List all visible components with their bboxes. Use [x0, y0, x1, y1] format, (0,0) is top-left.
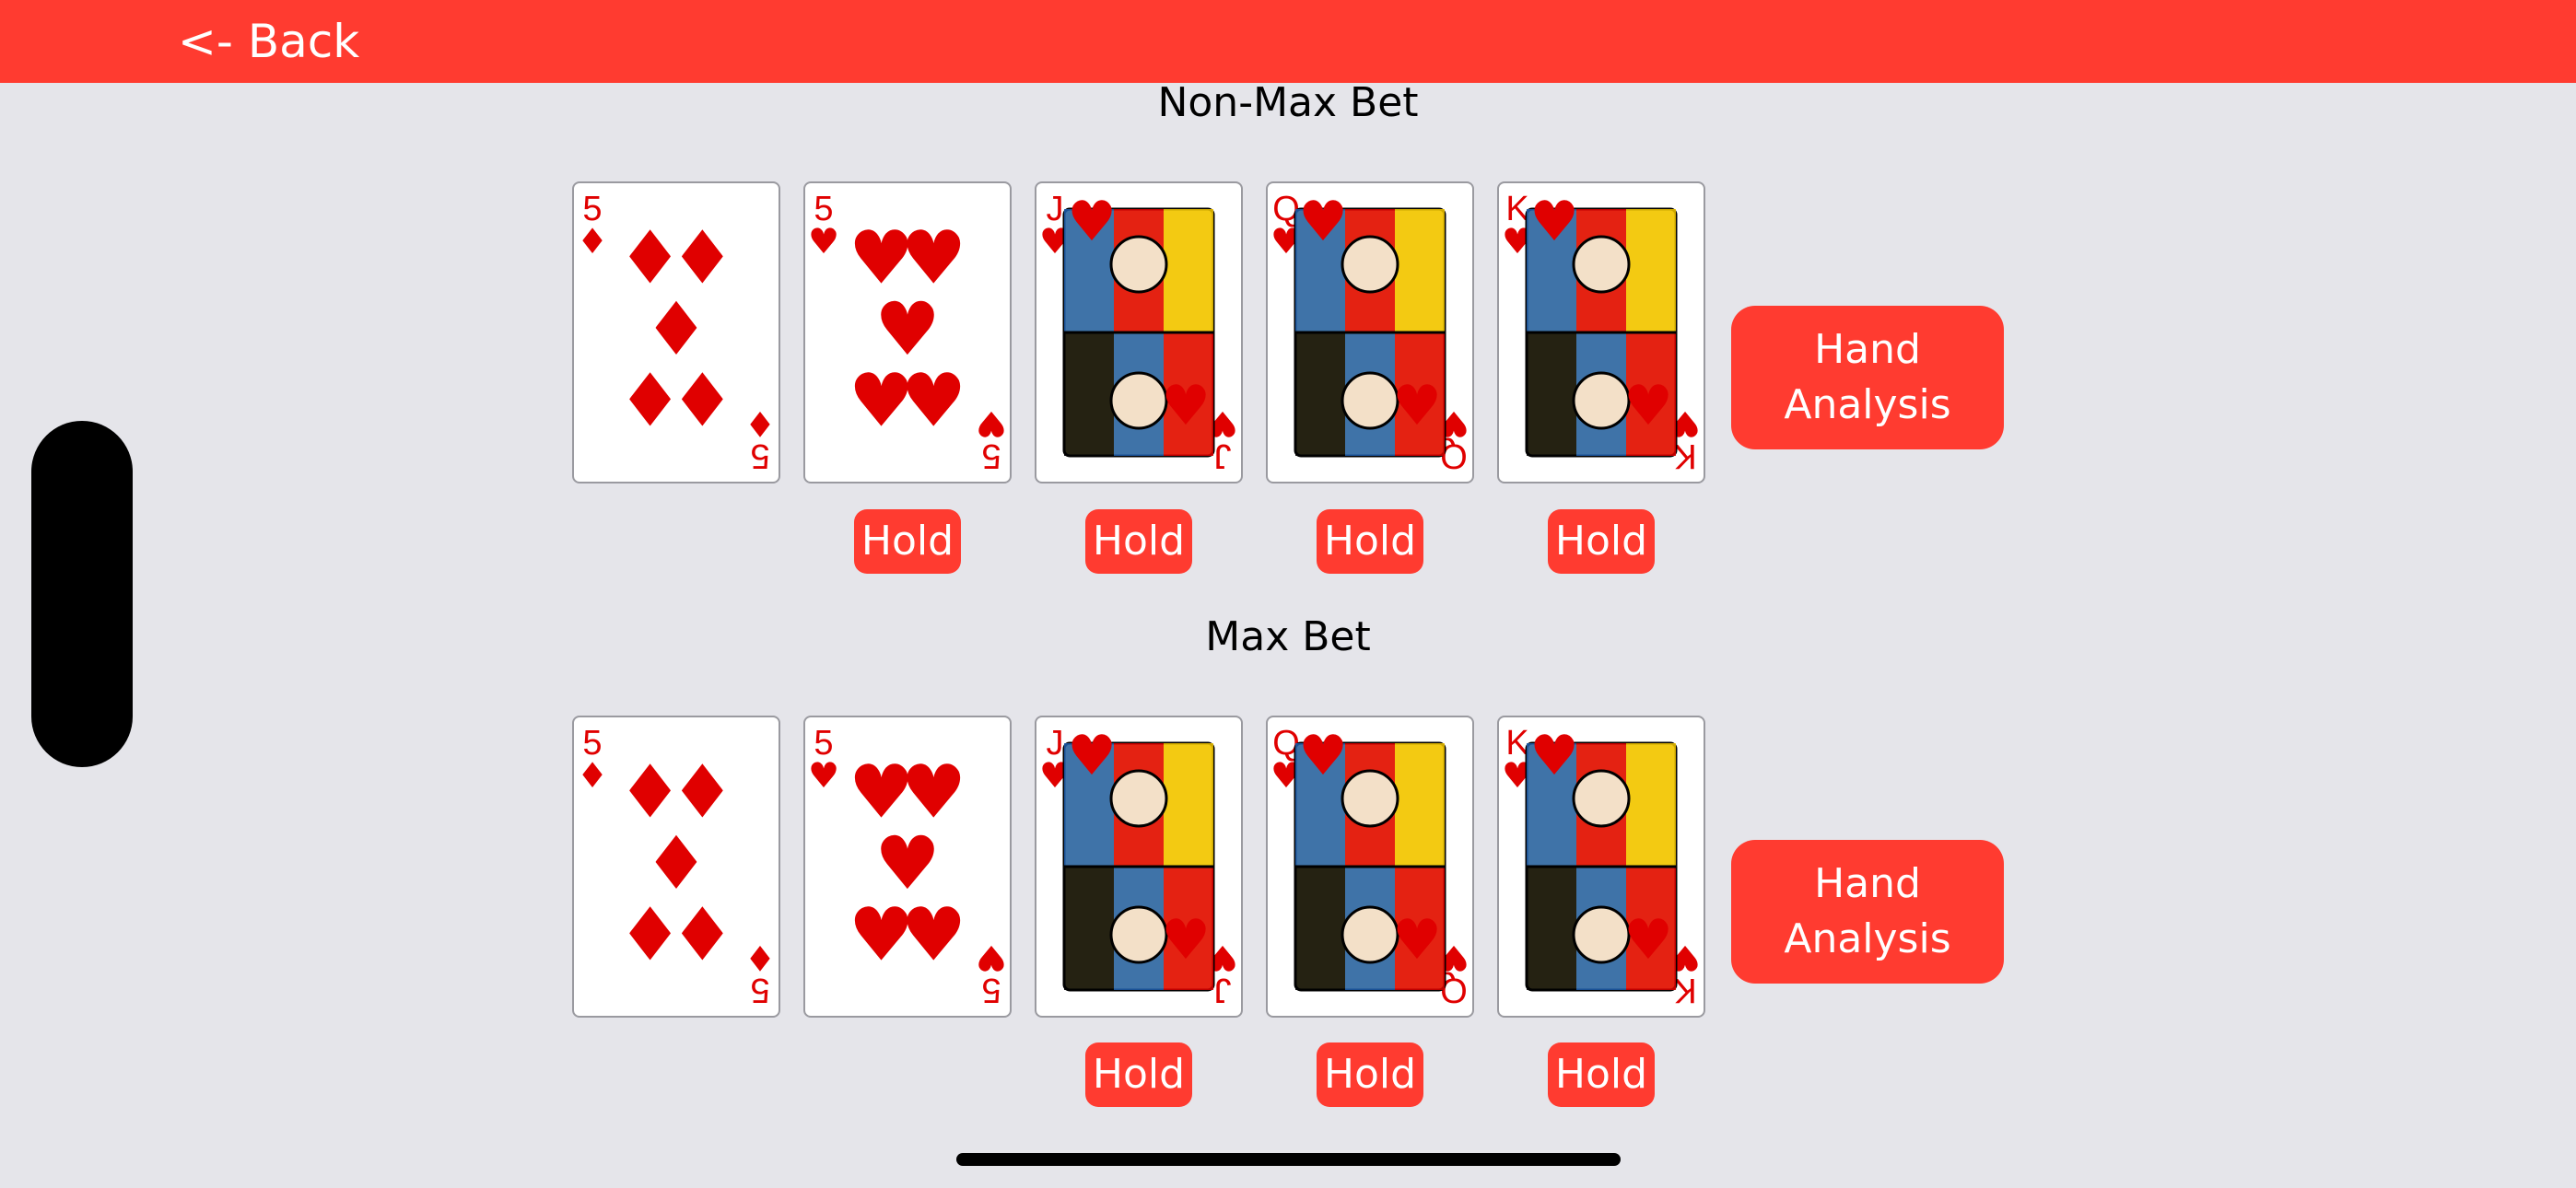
hearts-pip-icon: ♥ [1298, 724, 1348, 788]
hand-analysis-label-line2: Analysis [1784, 915, 1951, 962]
face-card-pattern [1395, 743, 1445, 867]
hand-analysis-label-line1: Hand [1814, 326, 1921, 373]
face-card-pattern [1527, 332, 1576, 456]
hearts-pip-icon: ♥ [901, 891, 967, 977]
diamonds-suit-icon: ♦ [577, 221, 608, 262]
hearts-suit-icon: ♥ [976, 938, 1007, 978]
face-card-pattern [1164, 743, 1213, 867]
section-title: Non-Max Bet [1157, 79, 1419, 126]
hearts-pip-icon: ♥ [1529, 724, 1579, 788]
face-card-figure-head [1109, 371, 1168, 430]
hearts-pip-icon: ♥ [1067, 190, 1117, 254]
playing-card[interactable]: 5 ♦ 5 ♦ ♦ ♦ ♦ ♦ ♦ [572, 181, 780, 483]
face-card-pattern [1064, 332, 1114, 456]
hand-analysis-label-line2: Analysis [1784, 381, 1951, 428]
card-face-q-hearts: Q♥Q♥♥♥ [1270, 724, 1469, 1009]
hold-button[interactable]: Hold [1085, 509, 1192, 574]
card-face-5-hearts: 5♥5♥♥♥♥♥♥ [808, 724, 1007, 1009]
face-card-figure-head [1341, 905, 1399, 964]
back-button[interactable]: <- Back [178, 13, 359, 70]
playing-card[interactable]: Q ♥ Q ♥ ♥ ♥ [1266, 181, 1474, 483]
diamonds-suit-icon: ♦ [744, 403, 776, 444]
playing-card[interactable]: K ♥ K ♥ ♥ ♥ [1497, 716, 1705, 1018]
hearts-pip-icon: ♥ [1161, 908, 1211, 973]
face-card-pattern [1626, 743, 1676, 867]
face-card-pattern [1295, 867, 1345, 990]
card-face-k-hearts: K♥K♥♥♥ [1502, 190, 1701, 475]
playing-card[interactable]: Q ♥ Q ♥ ♥ ♥ [1266, 716, 1474, 1018]
card-face-q-hearts: Q♥Q♥♥♥ [1270, 190, 1469, 475]
face-card-pattern [1164, 209, 1213, 332]
hand-analysis-button[interactable]: Hand Analysis [1731, 306, 2004, 449]
section-title: Max Bet [1205, 613, 1371, 660]
hearts-pip-icon: ♥ [1298, 190, 1348, 254]
playing-card[interactable]: 5 ♥ 5 ♥ ♥ ♥ ♥ ♥ ♥ [803, 181, 1012, 483]
hand-analysis-button[interactable]: Hand Analysis [1731, 840, 2004, 984]
face-card-figure-head [1109, 905, 1168, 964]
face-card-figure-head [1572, 905, 1631, 964]
hearts-pip-icon: ♥ [1529, 190, 1579, 254]
face-card-figure-head [1109, 769, 1168, 828]
face-card-pattern [1295, 332, 1345, 456]
hold-button[interactable]: Hold [1548, 1042, 1655, 1107]
hearts-suit-icon: ♥ [808, 755, 839, 796]
hold-button[interactable]: Hold [1317, 509, 1423, 574]
face-card-pattern [1527, 867, 1576, 990]
face-card-figure-head [1341, 235, 1399, 294]
home-indicator [956, 1153, 1621, 1166]
face-card-figure-head [1341, 769, 1399, 828]
card-face-5-hearts: 5♥5♥♥♥♥♥♥ [808, 190, 1007, 475]
hold-button[interactable]: Hold [1548, 509, 1655, 574]
diamonds-pip-icon: ♦ [670, 357, 736, 443]
face-card-pattern [1064, 867, 1114, 990]
face-card-figure-head [1109, 235, 1168, 294]
hearts-pip-icon: ♥ [1392, 908, 1442, 973]
card-face-k-hearts: K♥K♥♥♥ [1502, 724, 1701, 1009]
playing-card[interactable]: J ♥ J ♥ ♥ ♥ [1035, 181, 1243, 483]
card-face-5-diamonds: 5♦5♦♦♦♦♦♦ [577, 190, 776, 475]
hold-button[interactable]: Hold [1317, 1042, 1423, 1107]
hearts-pip-icon: ♥ [901, 357, 967, 443]
playing-card[interactable]: 5 ♥ 5 ♥ ♥ ♥ ♥ ♥ ♥ [803, 716, 1012, 1018]
hand-analysis-label-line1: Hand [1814, 860, 1921, 907]
hearts-suit-icon: ♥ [976, 403, 1007, 444]
face-card-figure-head [1572, 235, 1631, 294]
playing-card[interactable]: 5 ♦ 5 ♦ ♦ ♦ ♦ ♦ ♦ [572, 716, 780, 1018]
playing-card[interactable]: J ♥ J ♥ ♥ ♥ [1035, 716, 1243, 1018]
hearts-pip-icon: ♥ [1067, 724, 1117, 788]
hearts-pip-icon: ♥ [1623, 908, 1673, 973]
face-card-pattern [1395, 209, 1445, 332]
diamonds-pip-icon: ♦ [670, 891, 736, 977]
diamonds-suit-icon: ♦ [744, 938, 776, 978]
hearts-pip-icon: ♥ [1161, 374, 1211, 438]
hearts-pip-icon: ♥ [1392, 374, 1442, 438]
face-card-figure-head [1572, 371, 1631, 430]
top-nav-bar: <- Back [0, 0, 2576, 83]
hold-button[interactable]: Hold [854, 509, 961, 574]
hearts-pip-icon: ♥ [1623, 374, 1673, 438]
camera-notch [31, 421, 133, 767]
hold-button[interactable]: Hold [1085, 1042, 1192, 1107]
playing-card[interactable]: K ♥ K ♥ ♥ ♥ [1497, 181, 1705, 483]
face-card-figure-head [1572, 769, 1631, 828]
card-face-j-hearts: J♥J♥♥♥ [1039, 724, 1238, 1009]
card-face-5-diamonds: 5♦5♦♦♦♦♦♦ [577, 724, 776, 1009]
diamonds-suit-icon: ♦ [577, 755, 608, 796]
card-face-j-hearts: J♥J♥♥♥ [1039, 190, 1238, 475]
face-card-figure-head [1341, 371, 1399, 430]
face-card-pattern [1626, 209, 1676, 332]
hearts-suit-icon: ♥ [808, 221, 839, 262]
